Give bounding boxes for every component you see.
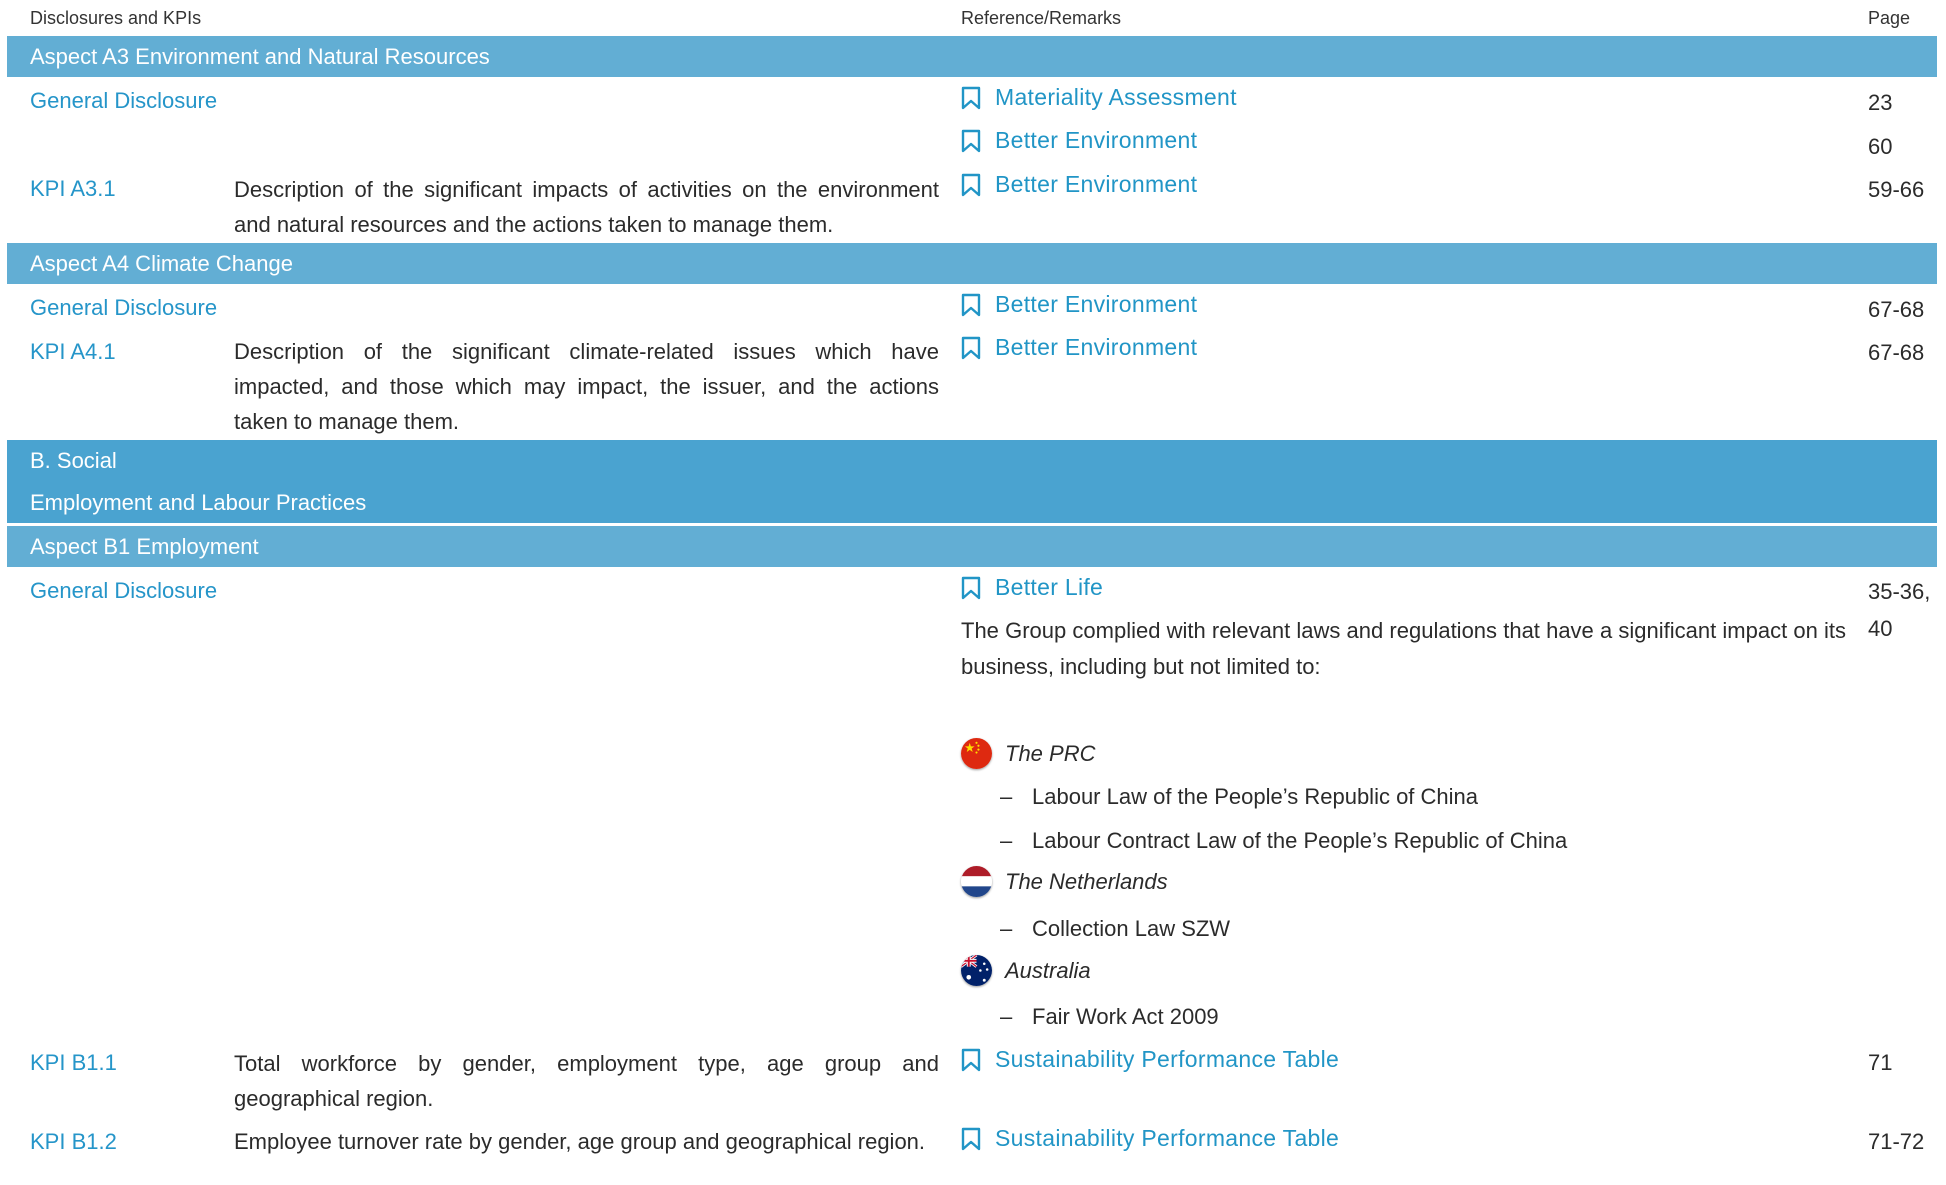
- bookmark-icon: [961, 129, 981, 152]
- ref-link-label[interactable]: Sustainability Performance Table: [995, 1125, 1339, 1152]
- aspect-a4-title: Aspect A4 Climate Change: [30, 251, 293, 276]
- ref-link-label[interactable]: Better Environment: [995, 171, 1197, 198]
- australia-flag-icon: [961, 955, 992, 986]
- law-item: – Collection Law SZW: [1000, 916, 1230, 942]
- social-band: B. Social Employment and Labour Practice…: [7, 440, 1937, 523]
- bookmark-icon: [961, 1127, 981, 1150]
- law-text: Labour Law of the People’s Republic of C…: [1032, 784, 1479, 809]
- country-australia: Australia: [961, 955, 1091, 986]
- ref-link-label[interactable]: Materiality Assessment: [995, 84, 1237, 111]
- kpi-b1-2-ref[interactable]: Sustainability Performance Table: [961, 1125, 1339, 1152]
- law-dash: –: [1000, 828, 1013, 853]
- country-name: Australia: [1005, 957, 1091, 983]
- kpi-a3-1-description: Description of the significant impacts o…: [234, 177, 939, 237]
- kpi-b1-1-page: 71: [1868, 1050, 1893, 1075]
- bookmark-icon: [961, 86, 981, 109]
- bookmark-icon: [961, 576, 981, 599]
- aspect-a3-band: Aspect A3 Environment and Natural Resour…: [7, 36, 1937, 77]
- bookmark-icon: [961, 293, 981, 316]
- employment-labour-title: Employment and Labour Practices: [30, 490, 367, 515]
- column-header-disclosures: Disclosures and KPIs: [30, 8, 202, 28]
- b1-page-line1: 35-36,: [1868, 579, 1931, 604]
- law-dash: –: [1000, 784, 1013, 809]
- ref-link-label[interactable]: Sustainability Performance Table: [995, 1046, 1339, 1073]
- kpi-a4-1-ref[interactable]: Better Environment: [961, 334, 1197, 361]
- country-prc: The PRC: [961, 738, 1095, 769]
- kpi-b1-1-ref[interactable]: Sustainability Performance Table: [961, 1046, 1339, 1073]
- netherlands-flag-icon: [961, 866, 992, 897]
- ref-link-label[interactable]: Better Environment: [995, 334, 1197, 361]
- kpi-a3-1-page: 59-66: [1868, 177, 1925, 202]
- bookmark-icon: [961, 173, 981, 196]
- china-flag-icon: [961, 738, 992, 769]
- bookmark-icon: [961, 1048, 981, 1071]
- kpi-b1-2-code: KPI B1.2: [30, 1129, 117, 1154]
- aspect-b1-band: Aspect B1 Employment: [7, 526, 1937, 567]
- a3-page-materiality: 23: [1868, 90, 1893, 115]
- ref-link-label[interactable]: Better Environment: [995, 291, 1197, 318]
- law-item: – Fair Work Act 2009: [1000, 1004, 1219, 1030]
- a4-general-disclosure: General Disclosure: [30, 295, 218, 320]
- a3-page-better-environment: 60: [1868, 134, 1893, 159]
- b1-page-line2: 40: [1868, 616, 1893, 641]
- law-text: Fair Work Act 2009: [1032, 1004, 1219, 1029]
- law-dash: –: [1000, 1004, 1013, 1029]
- column-header-page: Page: [1868, 8, 1911, 28]
- a3-ref-better-environment[interactable]: Better Environment: [961, 127, 1197, 154]
- a4-page: 67-68: [1868, 297, 1925, 322]
- kpi-a4-1-code: KPI A4.1: [30, 339, 116, 364]
- law-dash: –: [1000, 916, 1013, 941]
- b1-compliance-paragraph: The Group complied with relevant laws an…: [961, 618, 1846, 679]
- b1-ref-better-life[interactable]: Better Life: [961, 574, 1103, 601]
- a3-general-disclosure: General Disclosure: [30, 88, 218, 113]
- kpi-b1-1-code: KPI B1.1: [30, 1050, 117, 1075]
- bookmark-icon: [961, 336, 981, 359]
- aspect-a3-title: Aspect A3 Environment and Natural Resour…: [30, 44, 490, 69]
- kpi-a3-1-ref[interactable]: Better Environment: [961, 171, 1197, 198]
- law-item: – Labour Law of the People’s Republic of …: [1000, 784, 1478, 810]
- country-netherlands: The Netherlands: [961, 866, 1168, 897]
- ref-link-label[interactable]: Better Environment: [995, 127, 1197, 154]
- kpi-b1-2-page: 71-72: [1868, 1129, 1925, 1154]
- kpi-a4-1-description: Description of the significant climate-r…: [234, 339, 939, 434]
- law-text: Labour Contract Law of the People’s Repu…: [1032, 828, 1568, 853]
- country-name: The PRC: [1005, 740, 1096, 766]
- social-title: B. Social: [30, 448, 117, 473]
- country-name: The Netherlands: [1005, 868, 1168, 894]
- kpi-a3-1-code: KPI A3.1: [30, 176, 116, 201]
- kpi-b1-1-description: Total workforce by gender, employment ty…: [234, 1051, 939, 1111]
- a3-ref-materiality[interactable]: Materiality Assessment: [961, 84, 1237, 111]
- column-header-reference: Reference/Remarks: [961, 8, 1122, 28]
- b1-general-disclosure: General Disclosure: [30, 578, 218, 603]
- ref-link-label[interactable]: Better Life: [995, 574, 1103, 601]
- a4-ref-better-environment[interactable]: Better Environment: [961, 291, 1197, 318]
- law-text: Collection Law SZW: [1032, 916, 1231, 941]
- kpi-a4-1-page: 67-68: [1868, 340, 1925, 365]
- kpi-b1-2-description: Employee turnover rate by gender, age gr…: [234, 1129, 926, 1154]
- law-item: – Labour Contract Law of the People’s Rep…: [1000, 828, 1567, 854]
- aspect-a4-band: Aspect A4 Climate Change: [7, 243, 1937, 284]
- aspect-b1-title: Aspect B1 Employment: [30, 534, 259, 559]
